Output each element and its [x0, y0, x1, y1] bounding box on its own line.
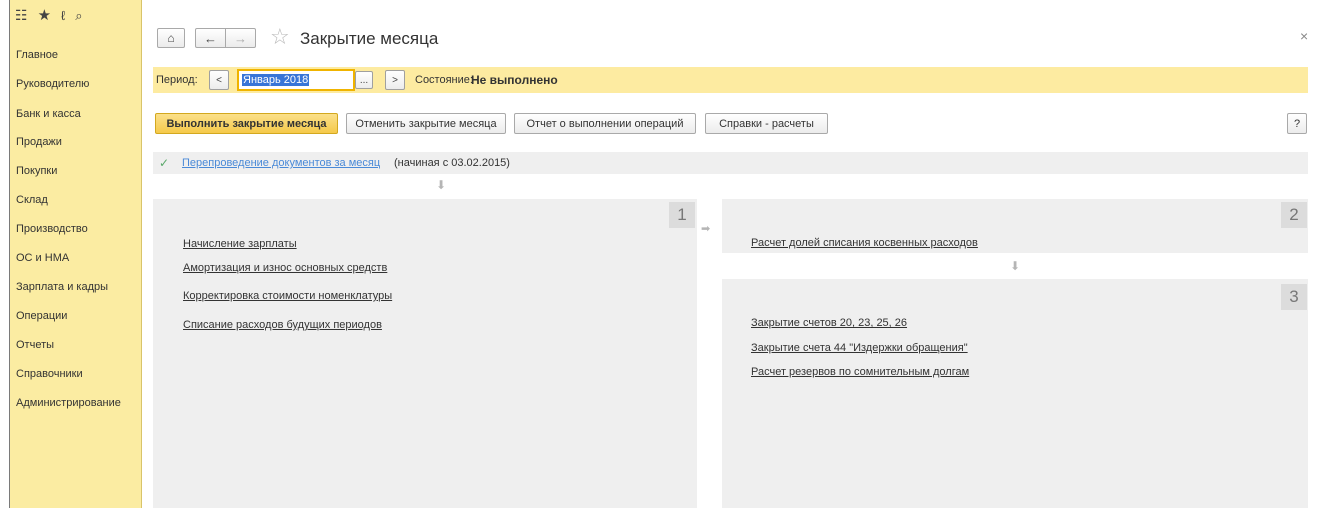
star-icon[interactable]: ★: [38, 8, 51, 23]
step2-link-indirect-costs[interactable]: Расчет долей списания косвенных расходов: [751, 237, 978, 249]
forward-button[interactable]: →: [225, 28, 256, 48]
arrow-down-icon: ⬇: [1010, 259, 1021, 273]
sidebar-item-production[interactable]: Производство: [16, 223, 88, 235]
history-icon[interactable]: ℓ: [61, 9, 65, 22]
sidebar-item-salary[interactable]: Зарплата и кадры: [16, 281, 108, 293]
operations-report-button[interactable]: Отчет о выполнении операций: [514, 113, 696, 134]
sidebar-item-references[interactable]: Справочники: [16, 368, 83, 380]
arrow-right-icon: ➡: [701, 223, 711, 235]
step-number-3: 3: [1281, 284, 1307, 310]
state-label: Состояние:: [415, 74, 473, 86]
page-title: Закрытие месяца: [300, 29, 439, 48]
repost-row: ✓ Перепроведение документов за месяц (на…: [153, 152, 1308, 174]
period-choose-button[interactable]: ...: [355, 71, 373, 89]
grid-icon[interactable]: ☷: [15, 8, 28, 22]
sidebar-item-main[interactable]: Главное: [10, 46, 58, 64]
sidebar-item-purchases[interactable]: Покупки: [16, 165, 57, 177]
repost-note: (начиная с 03.02.2015): [394, 157, 510, 169]
sidebar-item-fixed-assets[interactable]: ОС и НМА: [16, 252, 69, 264]
repost-documents-link[interactable]: Перепроведение документов за месяц: [182, 157, 380, 169]
sidebar-item-manager[interactable]: Руководителю: [16, 78, 89, 90]
period-label: Период:: [156, 74, 198, 86]
step3-link-close-accounts[interactable]: Закрытие счетов 20, 23, 25, 26: [751, 317, 907, 329]
sidebar-item-bank[interactable]: Банк и касса: [16, 108, 81, 120]
home-icon: ⌂: [167, 31, 175, 45]
sidebar-item-warehouse[interactable]: Склад: [16, 194, 48, 206]
sidebar-item-operations[interactable]: Операции: [16, 310, 67, 322]
step-number-2: 2: [1281, 202, 1307, 228]
close-icon[interactable]: ×: [1300, 28, 1308, 44]
run-close-month-button[interactable]: Выполнить закрытие месяца: [155, 113, 338, 134]
period-prev-button[interactable]: <: [209, 70, 229, 90]
period-value: Январь 2018: [242, 74, 310, 86]
sidebar: ☷ ★ ℓ ⌕ Главное Руководителю Банк и касс…: [10, 0, 142, 508]
state-value: Не выполнено: [471, 73, 558, 87]
step-panel-2: 2 Расчет долей списания косвенных расход…: [722, 199, 1308, 253]
home-button[interactable]: ⌂: [157, 28, 185, 48]
step1-link-depreciation[interactable]: Амортизация и износ основных средств: [183, 262, 387, 274]
step3-link-doubtful-debts[interactable]: Расчет резервов по сомнительным долгам: [751, 366, 969, 378]
arrow-left-icon: ←: [204, 30, 217, 46]
sidebar-item-admin[interactable]: Администрирование: [16, 397, 121, 409]
step3-link-close-account-44[interactable]: Закрытие счета 44 "Издержки обращения": [751, 342, 968, 354]
arrow-right-icon: →: [234, 30, 247, 46]
check-icon: ✓: [159, 156, 170, 170]
sidebar-item-sales[interactable]: Продажи: [16, 136, 62, 148]
period-next-button[interactable]: >: [385, 70, 405, 90]
step-number-1: 1: [669, 202, 695, 228]
cancel-close-month-button[interactable]: Отменить закрытие месяца: [346, 113, 506, 134]
step1-link-cost-adjustment[interactable]: Корректировка стоимости номенклатуры: [183, 290, 392, 302]
step-panel-1: 1 Начисление зарплаты Амортизация и изно…: [153, 199, 697, 508]
help-button[interactable]: ?: [1287, 113, 1307, 134]
favorite-star-icon[interactable]: ☆: [270, 24, 290, 50]
search-icon[interactable]: ⌕: [75, 9, 82, 22]
step-panel-3: 3 Закрытие счетов 20, 23, 25, 26 Закрыти…: [722, 279, 1308, 508]
period-field[interactable]: Январь 2018: [237, 69, 355, 91]
sidebar-item-reports[interactable]: Отчеты: [16, 339, 54, 351]
period-bar: Период: < Январь 2018 ... > Состояние: Н…: [153, 67, 1308, 93]
arrow-down-icon: ⬇: [436, 178, 447, 192]
step1-link-deferred-expenses[interactable]: Списание расходов будущих периодов: [183, 319, 382, 331]
back-button[interactable]: ←: [195, 28, 226, 48]
sidebar-toolbar: ☷ ★ ℓ ⌕: [10, 0, 141, 30]
step1-link-payroll[interactable]: Начисление зарплаты: [183, 238, 297, 250]
calculations-button[interactable]: Справки - расчеты: [705, 113, 828, 134]
